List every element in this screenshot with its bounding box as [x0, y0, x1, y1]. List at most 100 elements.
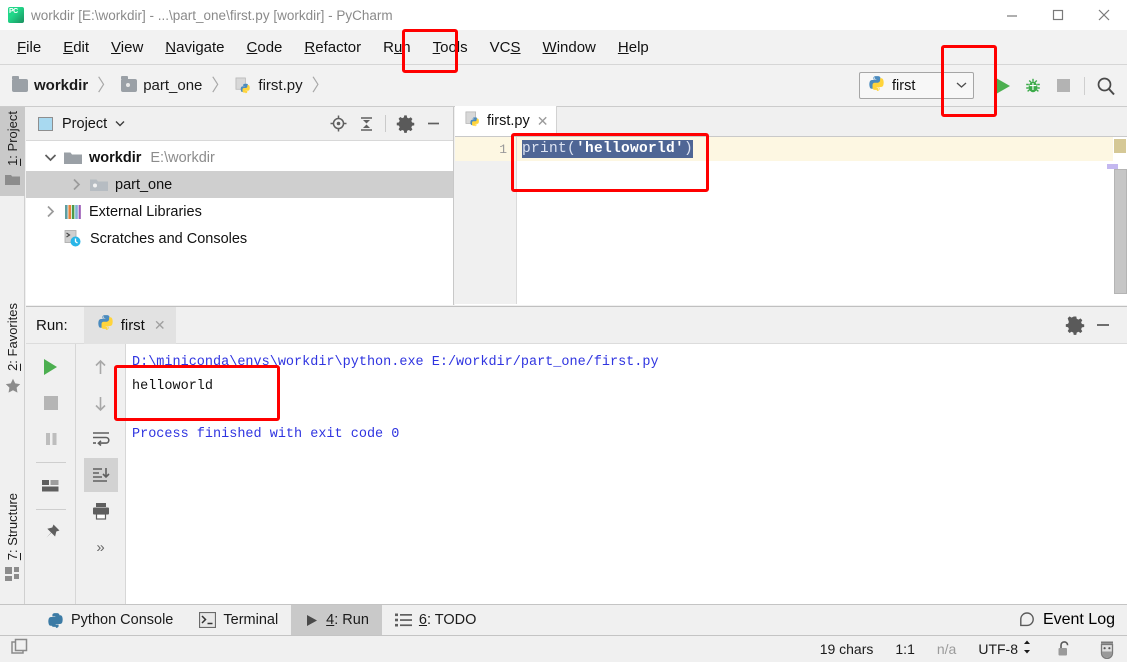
python-file-icon: [465, 111, 481, 132]
close-icon[interactable]: ✕: [537, 113, 549, 130]
title-bar: workdir [E:\workdir] - ...\part_one\firs…: [0, 0, 1127, 30]
file-encoding[interactable]: UTF-8: [978, 641, 1018, 657]
run-button[interactable]: [988, 71, 1018, 101]
more-options-button[interactable]: »: [84, 530, 118, 564]
print-button[interactable]: [84, 494, 118, 528]
code-line-1[interactable]: print('helloworld'): [517, 137, 1127, 161]
scroll-to-end-button[interactable]: [83, 458, 118, 492]
editor-tab-first-py[interactable]: first.py ✕: [455, 106, 558, 136]
menu-item-edit[interactable]: Edit: [52, 36, 100, 59]
collapse-all-icon: [360, 117, 372, 131]
project-settings-button[interactable]: [391, 110, 419, 138]
tree-item-part-one[interactable]: part_one: [26, 171, 453, 198]
menu-item-window[interactable]: Window: [532, 36, 607, 59]
status-bar: 19 chars 1:1 n/a UTF-8: [0, 635, 1127, 662]
code-area[interactable]: print('helloworld'): [517, 137, 1127, 304]
chevron-down-icon[interactable]: [40, 153, 60, 162]
menu-item-run[interactable]: Run: [372, 36, 422, 59]
close-icon[interactable]: ✕: [154, 317, 166, 334]
hide-panel-button[interactable]: [419, 110, 447, 138]
code-print-call: print(: [522, 141, 577, 157]
editor-area: first.py ✕ 1 print('helloworld'): [455, 106, 1127, 305]
scroll-up-button[interactable]: [84, 350, 118, 384]
event-log-icon: [1018, 611, 1036, 629]
project-panel-toolbar: [324, 110, 453, 138]
locate-button[interactable]: [324, 110, 352, 138]
breadcrumb-item-first-py[interactable]: first.py: [235, 77, 303, 94]
tree-item-external-libraries[interactable]: External Libraries: [26, 198, 453, 225]
settings-gear-icon: [396, 115, 414, 133]
libraries-icon: [64, 204, 82, 220]
event-log-label: Event Log: [1042, 611, 1115, 628]
breadcrumb-item-workdir[interactable]: workdir: [12, 76, 88, 94]
run-panel-header-tools: [1061, 311, 1127, 339]
unlocked-lock-icon[interactable]: [1056, 640, 1073, 658]
editor-layout-icon[interactable]: [10, 637, 30, 662]
run-hide-button[interactable]: [1089, 311, 1117, 339]
chevron-right-icon[interactable]: [40, 205, 60, 218]
minimize-button[interactable]: [989, 0, 1035, 30]
encoding-arrows-icon[interactable]: [1022, 639, 1032, 660]
folder-icon: [12, 76, 28, 92]
debug-button[interactable]: [1018, 71, 1048, 101]
run-settings-button[interactable]: [1061, 311, 1089, 339]
bottom-tab-python-console[interactable]: Python Console: [34, 605, 186, 636]
collapse-all-button[interactable]: [352, 110, 380, 138]
chevron-down-icon[interactable]: [956, 80, 967, 92]
stop-button[interactable]: [1048, 71, 1078, 101]
run-tab-first[interactable]: first ✕: [83, 306, 176, 344]
tree-item-path: E:\workdir: [150, 149, 215, 166]
run-configuration-selector[interactable]: first: [859, 72, 974, 99]
debug-bug-icon: [1026, 78, 1040, 92]
scroll-down-button[interactable]: [84, 386, 118, 420]
breadcrumb-item-part_one[interactable]: part_one: [121, 76, 202, 94]
event-log-button[interactable]: Event Log: [1018, 611, 1127, 629]
run-icon: [304, 613, 319, 628]
menu-item-help[interactable]: Help: [607, 36, 660, 59]
menu-bar: File Edit View Navigate Code Refactor Run Tools…: [0, 30, 1127, 65]
close-button[interactable]: [1081, 0, 1127, 30]
tree-item-label: External Libraries: [89, 203, 202, 220]
tool-strip-tab-7-structure[interactable]: 7: Structure: [0, 489, 25, 591]
bottom-tab-4-run[interactable]: 4: Run: [291, 604, 382, 636]
caret-position[interactable]: 1:1: [895, 641, 914, 657]
menu-item-file[interactable]: File: [6, 36, 52, 59]
search-button[interactable]: [1091, 71, 1121, 101]
run-panel-header: Run: first ✕: [26, 306, 1127, 344]
editor-scrollbar[interactable]: [1114, 169, 1127, 294]
editor-gutter[interactable]: 1: [455, 137, 517, 304]
chevron-down-icon[interactable]: [115, 119, 125, 129]
menu-item-code[interactable]: Code: [236, 36, 294, 59]
run-controls-column: [26, 344, 76, 605]
bottom-tab-6-todo[interactable]: 6: TODO: [382, 605, 490, 636]
tree-item-workdir[interactable]: workdir E:\workdir: [26, 144, 453, 171]
menu-item-navigate[interactable]: Navigate: [154, 36, 235, 59]
rerun-button[interactable]: [34, 350, 68, 384]
inspector-icon[interactable]: [1097, 639, 1117, 659]
tree-item-label: part_one: [115, 176, 173, 193]
pause-button[interactable]: [34, 422, 68, 456]
run-console-tools-column: »: [76, 344, 126, 605]
tool-strip-tab-1-project[interactable]: 1: Project: [0, 107, 25, 196]
soft-wrap-button[interactable]: [84, 422, 118, 456]
menu-item-vcs[interactable]: VCS: [479, 36, 532, 59]
run-configuration-name: first: [892, 77, 916, 94]
editor-marker-column[interactable]: [1107, 137, 1127, 304]
menu-item-tools[interactable]: Tools: [422, 36, 479, 59]
project-tool-window: Project workdir E:\workdir part_one Exte…: [26, 107, 454, 305]
line-separator[interactable]: n/a: [937, 641, 956, 657]
pin-button[interactable]: [34, 516, 68, 550]
run-panel-body: » D:\miniconda\envs\workdir\python.exe E…: [26, 344, 1127, 605]
layout-button[interactable]: [34, 469, 68, 503]
pause-icon: [45, 433, 56, 445]
structure-icon: [5, 567, 20, 586]
maximize-button[interactable]: [1035, 0, 1081, 30]
run-console-output[interactable]: D:\miniconda\envs\workdir\python.exe E:/…: [126, 344, 1127, 605]
menu-item-refactor[interactable]: Refactor: [293, 36, 372, 59]
menu-item-view[interactable]: View: [100, 36, 154, 59]
chevron-right-icon[interactable]: [66, 178, 86, 191]
bottom-tab-terminal[interactable]: Terminal: [186, 605, 291, 636]
tool-strip-tab-2-favorites[interactable]: 2: Favorites: [0, 299, 25, 404]
tree-item-scratches-and-consoles[interactable]: Scratches and Consoles: [26, 225, 453, 252]
stop-process-button[interactable]: [34, 386, 68, 420]
